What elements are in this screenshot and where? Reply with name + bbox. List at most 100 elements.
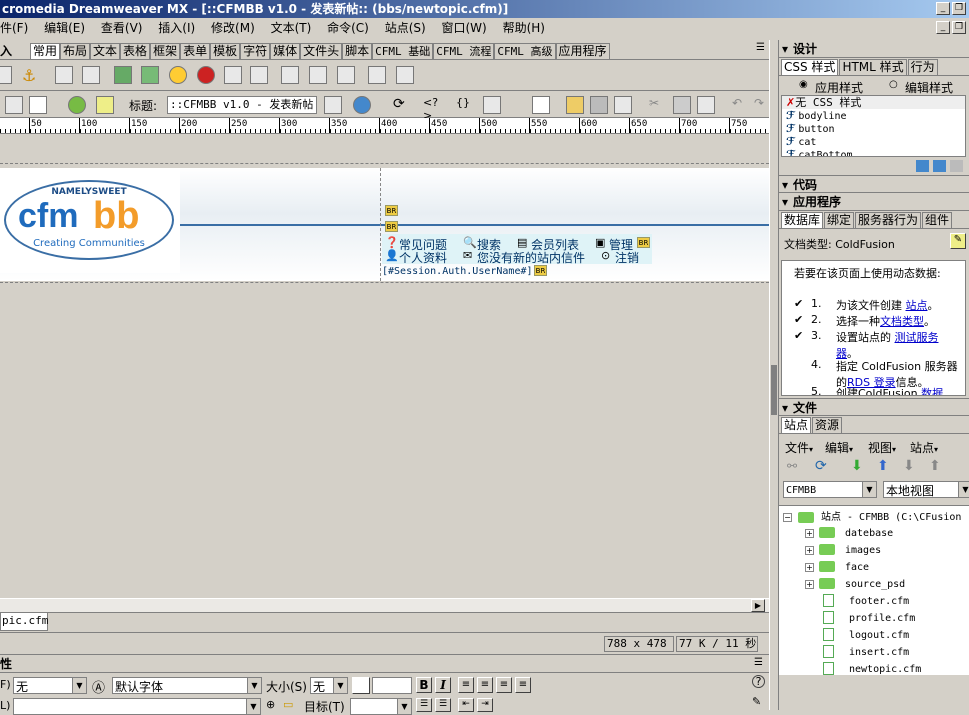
inbox-link[interactable]: 您没有新的站内信件 <box>477 249 585 266</box>
panel-splitter[interactable] <box>769 40 778 710</box>
refresh-icon[interactable]: ⟳ <box>815 458 827 474</box>
tab-media[interactable]: 媒体 <box>270 43 301 59</box>
check-out-icon[interactable]: ⬇ <box>903 458 915 474</box>
save-all-icon[interactable] <box>614 96 632 114</box>
help-icon[interactable]: ? <box>752 675 765 688</box>
link-input[interactable]: ▼ <box>13 698 261 715</box>
date-icon[interactable] <box>309 66 327 84</box>
view-options-icon[interactable] <box>483 96 501 114</box>
radio-apply[interactable]: ◉ <box>799 79 808 90</box>
menu-file[interactable]: 件(F) <box>0 21 28 35</box>
scroll-right-icon[interactable]: ▶ <box>751 599 765 612</box>
horizontal-scrollbar[interactable]: ▶ <box>0 598 769 612</box>
tag-chooser-icon[interactable] <box>396 66 414 84</box>
profile-link[interactable]: 个人资料 <box>399 249 447 266</box>
file-management-icon[interactable] <box>324 96 342 114</box>
tree-folder[interactable]: + face <box>805 559 869 573</box>
tab-cfml-basic[interactable]: CFML 基础 <box>372 43 434 59</box>
files-menu-edit[interactable]: 编辑▾ <box>825 439 853 456</box>
code-view-icon[interactable] <box>5 96 23 114</box>
hyperlink-icon[interactable] <box>0 66 12 84</box>
style-item[interactable]: ℱ button <box>782 122 965 135</box>
live-data-icon[interactable] <box>68 96 86 114</box>
new-style-icon[interactable] <box>933 160 946 172</box>
view-select[interactable]: 本地视图 ▼ <box>883 481 969 498</box>
edit-style-icon[interactable] <box>950 160 963 172</box>
attach-stylesheet-icon[interactable] <box>916 160 929 172</box>
style-item[interactable]: ℱ catBottom <box>782 148 965 156</box>
format-select[interactable]: 无 ▼ <box>13 677 87 694</box>
browse-folder-icon[interactable]: ▭ <box>283 698 293 711</box>
css-style-icon[interactable]: Ⓐ <box>92 677 105 696</box>
bold-button[interactable]: B <box>416 677 432 693</box>
tab-common[interactable]: 常用 <box>30 43 61 59</box>
tree-root[interactable]: − 站点 - CFMBB (C:\CFusion <box>783 508 961 523</box>
tree-folder[interactable]: + images <box>805 542 881 556</box>
menu-view[interactable]: 查看(V) <box>101 21 143 35</box>
menu-window[interactable]: 窗口(W) <box>442 21 487 35</box>
menu-site[interactable]: 站点(S) <box>385 21 426 35</box>
point-to-file-icon[interactable]: ⊕ <box>266 698 275 711</box>
radio-edit[interactable]: ○ <box>889 79 898 90</box>
put-files-icon[interactable]: ⬆ <box>877 458 889 474</box>
files-menu-file[interactable]: 文件▾ <box>785 439 813 456</box>
tab-forms[interactable]: 表单 <box>180 43 211 59</box>
code-panel-header[interactable]: 代码 <box>779 175 969 194</box>
refresh-icon[interactable]: ⟳ <box>393 96 411 114</box>
site-select[interactable]: CFMBB ▼ <box>783 481 877 498</box>
server-debug-icon[interactable] <box>96 96 114 114</box>
size-select[interactable]: 无 ▼ <box>310 677 348 694</box>
tab-head[interactable]: 文件头 <box>300 43 343 59</box>
tree-folder[interactable]: + source_psd <box>805 576 905 590</box>
splitter-handle[interactable] <box>771 365 777 415</box>
tree-file[interactable]: logout.cfm <box>823 627 909 641</box>
design-view[interactable]: NAMELYSWEET cfm bb Creating Communities … <box>0 134 769 598</box>
tab-newtopic[interactable]: pic.cfm <box>0 613 48 631</box>
edit-doctype-icon[interactable]: ✎ <box>950 233 966 249</box>
table-icon[interactable] <box>55 66 73 84</box>
preview-browser-icon[interactable] <box>353 96 371 114</box>
files-menu-site[interactable]: 站点▾ <box>910 439 938 456</box>
tab-assets[interactable]: 资源 <box>812 417 843 433</box>
open-icon[interactable] <box>566 96 584 114</box>
copy-icon[interactable] <box>673 96 691 114</box>
design-view-icon[interactable] <box>29 96 47 114</box>
layer-icon[interactable] <box>82 66 100 84</box>
step-link-data[interactable]: 数据 <box>921 387 943 395</box>
target-select[interactable]: ▼ <box>350 698 412 715</box>
tab-site[interactable]: 站点 <box>781 417 812 433</box>
image-placeholder-icon[interactable] <box>141 66 159 84</box>
tab-css-styles[interactable]: CSS 样式 <box>781 59 839 75</box>
expand-icon[interactable]: + <box>805 580 814 589</box>
fireworks-icon[interactable] <box>169 66 187 84</box>
color-picker[interactable] <box>352 677 370 694</box>
doc-restore-icon[interactable]: ❐ <box>952 21 966 34</box>
align-justify-icon[interactable]: ≡ <box>515 677 531 693</box>
reference-icon[interactable]: <?> <box>423 96 441 122</box>
navbar-icon[interactable] <box>250 66 268 84</box>
style-item[interactable]: ℱ bodyline <box>782 109 965 122</box>
flash-icon[interactable] <box>197 66 215 84</box>
doc-minimize-icon[interactable]: _ <box>936 21 950 34</box>
tab-script[interactable]: 脚本 <box>342 43 373 59</box>
tab-server-behaviors[interactable]: 服务器行为 <box>855 212 922 228</box>
save-icon[interactable] <box>590 96 608 114</box>
align-right-icon[interactable]: ≡ <box>496 677 512 693</box>
tab-cfml-advanced[interactable]: CFML 高级 <box>494 43 556 59</box>
expand-icon[interactable]: + <box>805 529 814 538</box>
tab-layout[interactable]: 布局 <box>60 43 91 59</box>
files-panel-header[interactable]: 文件 <box>779 398 969 417</box>
menu-edit[interactable]: 编辑(E) <box>44 21 85 35</box>
tree-folder[interactable]: + datebase <box>805 525 893 539</box>
step-link-doctype[interactable]: 文档类型 <box>880 315 924 328</box>
tab-frames[interactable]: 框架 <box>150 43 181 59</box>
connect-icon[interactable]: ⚯ <box>787 459 797 473</box>
check-in-icon[interactable]: ⬆ <box>929 458 941 474</box>
tree-file[interactable]: newtopic.cfm <box>823 661 921 675</box>
restore-window-icon[interactable]: ❐ <box>952 2 966 15</box>
style-item-none[interactable]: ✗无 CSS 样式 <box>782 96 965 109</box>
tab-application[interactable]: 应用程序 <box>555 43 610 59</box>
cut-icon[interactable]: ✂ <box>649 96 667 114</box>
tab-behaviors[interactable]: 行为 <box>907 59 938 75</box>
expand-icon[interactable]: + <box>805 563 814 572</box>
